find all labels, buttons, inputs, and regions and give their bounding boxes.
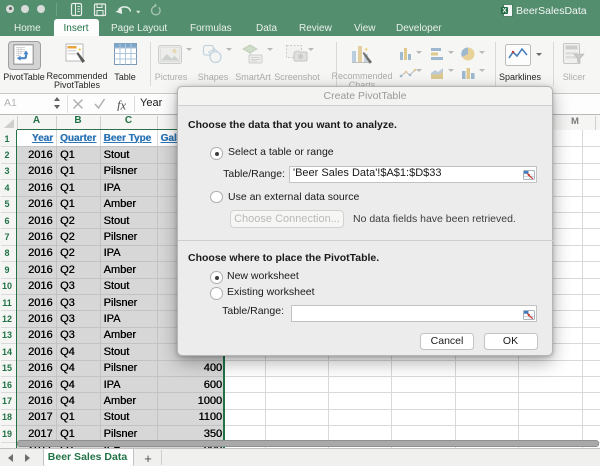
svg-text:fx: fx	[117, 98, 126, 111]
svg-text:X: X	[502, 8, 507, 15]
